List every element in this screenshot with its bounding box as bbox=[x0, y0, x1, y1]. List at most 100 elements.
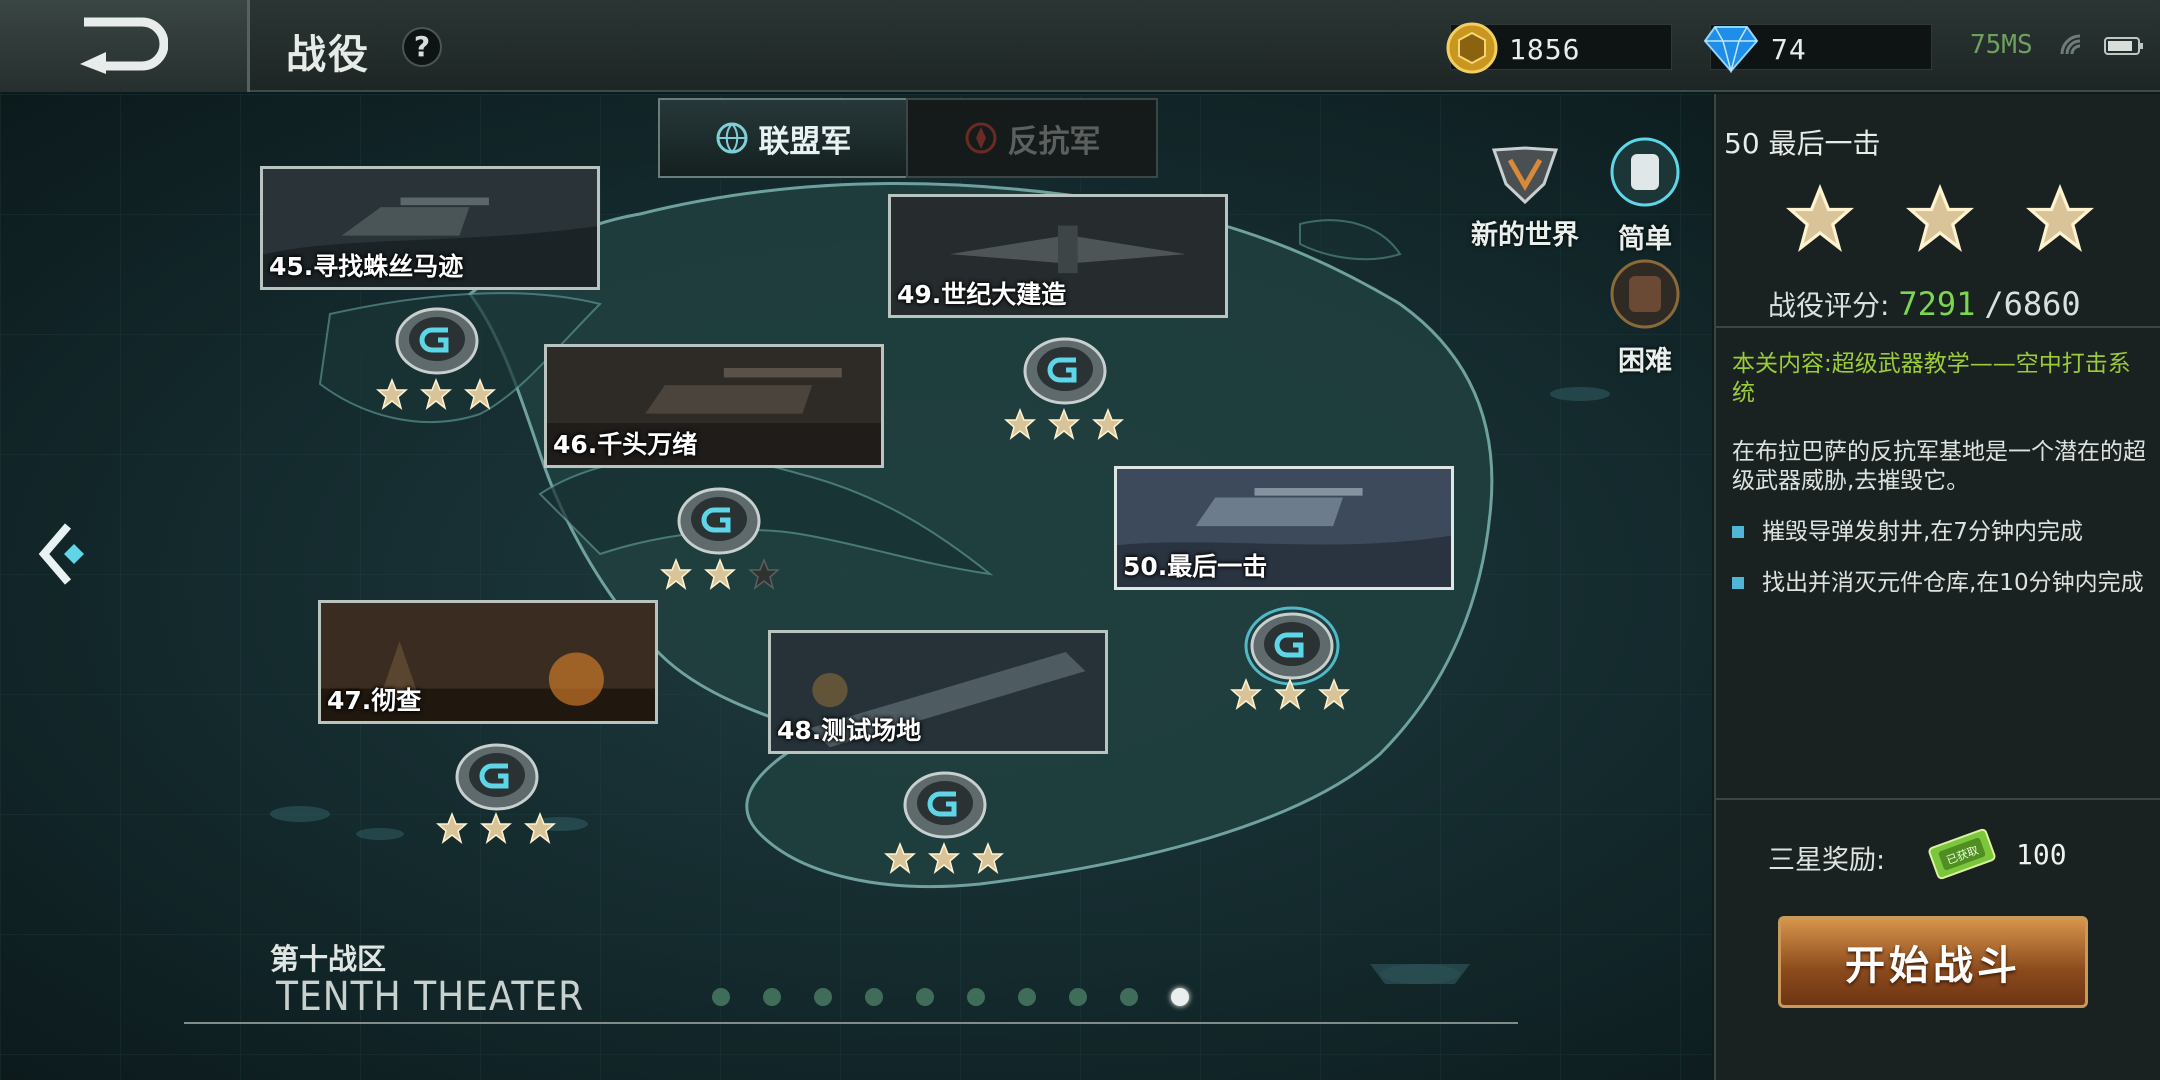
star-filled-icon bbox=[1274, 678, 1306, 710]
star-filled-icon bbox=[1786, 184, 1854, 252]
reward-value: 100 bbox=[2016, 838, 2067, 871]
page-dot[interactable] bbox=[712, 988, 730, 1006]
page-dot[interactable] bbox=[916, 988, 934, 1006]
gold-amount: 1856 bbox=[1509, 33, 1581, 66]
battery-icon bbox=[2104, 37, 2143, 55]
mission-description: 本关内容:超级武器教学——空中打击系统 在布拉巴萨的反抗军基地是一个潜在的超级武… bbox=[1732, 350, 2152, 598]
mission-label: 48.测试场地 bbox=[777, 716, 922, 745]
hard-difficulty-icon bbox=[1610, 259, 1680, 329]
hard-label: 困难 bbox=[1618, 346, 1672, 377]
objective-text: 找出并消灭元件仓库,在10分钟内完成 bbox=[1762, 570, 2144, 596]
objective-item: 找出并消灭元件仓库,在10分钟内完成 bbox=[1732, 569, 2152, 598]
signal-icon bbox=[2060, 34, 2081, 55]
diamond-icon bbox=[1703, 26, 1759, 73]
new-world-button[interactable]: 新的世界 bbox=[1470, 144, 1580, 252]
page-dot[interactable] bbox=[814, 988, 832, 1006]
start-battle-button[interactable]: 开始战斗 bbox=[1778, 916, 2088, 1008]
rating-label: 战役评分: bbox=[1768, 289, 1890, 322]
star-filled-icon bbox=[1230, 678, 1262, 710]
content-title: 本关内容:超级武器教学——空中打击系统 bbox=[1732, 351, 2131, 406]
star-filled-icon bbox=[376, 378, 408, 410]
bullet-icon bbox=[1732, 526, 1744, 538]
mission-stars bbox=[1004, 408, 1124, 444]
previous-theater-arrow-icon[interactable] bbox=[36, 520, 92, 588]
mission-label: 46.千头万绪 bbox=[553, 430, 698, 459]
star-filled-icon bbox=[704, 558, 736, 590]
rebel-emblem-icon bbox=[965, 122, 996, 154]
mission-label: 50.最后一击 bbox=[1123, 552, 1268, 581]
page-dot[interactable] bbox=[1171, 988, 1189, 1006]
star-filled-icon bbox=[480, 812, 512, 844]
new-world-icon bbox=[1491, 146, 1559, 205]
mission-stars bbox=[660, 558, 780, 594]
mission-label: 45.寻找蛛丝马迹 bbox=[269, 252, 464, 281]
page-dot[interactable] bbox=[1018, 988, 1036, 1006]
mission-stars bbox=[436, 812, 556, 848]
page-indicator bbox=[712, 988, 1189, 1006]
star-filled-icon bbox=[1906, 184, 1974, 252]
theater-subtitle: TENTH THEATER bbox=[276, 974, 585, 1020]
rating-max: /6860 bbox=[1984, 285, 2081, 323]
mission-node-icon[interactable] bbox=[1022, 336, 1108, 406]
mission-stars bbox=[1230, 678, 1350, 714]
star-filled-icon bbox=[2026, 184, 2094, 252]
star-filled-icon bbox=[524, 812, 556, 844]
star-filled-icon bbox=[1318, 678, 1350, 710]
tab-rebels[interactable]: 反抗军 bbox=[906, 98, 1158, 178]
rating-value: 7291 bbox=[1898, 285, 1976, 323]
gem-counter: 74 bbox=[1703, 24, 1932, 73]
tab-alliance-label: 联盟军 bbox=[758, 123, 852, 160]
objective-text: 摧毁导弹发射井,在7分钟内完成 bbox=[1762, 519, 2083, 545]
mission-card-selected[interactable]: 50.最后一击 bbox=[1114, 466, 1454, 590]
bullet-icon bbox=[1732, 577, 1744, 589]
star-filled-icon bbox=[436, 812, 468, 844]
map-terrain bbox=[0, 94, 1712, 1080]
star-filled-icon bbox=[420, 378, 452, 410]
mission-node-icon[interactable] bbox=[676, 486, 762, 556]
hard-button[interactable]: 困难 bbox=[1590, 256, 1700, 378]
mission-node-icon[interactable] bbox=[902, 770, 988, 840]
tab-alliance[interactable]: 联盟军 bbox=[658, 98, 906, 178]
new-world-label: 新的世界 bbox=[1471, 220, 1579, 251]
tab-rebels-label: 反抗军 bbox=[1007, 123, 1101, 160]
page-dot[interactable] bbox=[1120, 988, 1138, 1006]
back-button[interactable] bbox=[0, 0, 250, 92]
star-filled-icon bbox=[884, 842, 916, 874]
mission-card[interactable]: 49.世纪大建造 bbox=[888, 194, 1228, 318]
top-bar: 战役 ? 1856 74 75MS bbox=[0, 0, 2160, 92]
campaign-rating: 战役评分: 7291 /6860 bbox=[1768, 284, 2081, 324]
page-dot[interactable] bbox=[967, 988, 985, 1006]
gold-counter: 1856 bbox=[1446, 22, 1672, 74]
mission-card[interactable]: 45.寻找蛛丝马迹 bbox=[260, 166, 600, 290]
mission-node-selected-icon[interactable] bbox=[1244, 606, 1340, 686]
easy-label: 简单 bbox=[1618, 224, 1672, 255]
mission-card[interactable]: 46.千头万绪 bbox=[544, 344, 884, 468]
star-filled-icon bbox=[1092, 408, 1124, 440]
mission-detail-panel: 50 最后一击 战役评分: 7291 /6860 本关内容:超级武器教学——空中… bbox=[1714, 94, 2160, 1080]
easy-difficulty-icon bbox=[1610, 137, 1680, 207]
mission-node-icon[interactable] bbox=[394, 306, 480, 376]
star-filled-icon bbox=[464, 378, 496, 410]
star-filled-icon bbox=[660, 558, 692, 590]
mission-node-icon[interactable] bbox=[454, 742, 540, 812]
mission-card[interactable]: 48.测试场地 bbox=[768, 630, 1108, 754]
mission-label: 47.彻查 bbox=[327, 686, 422, 715]
star-filled-icon bbox=[1048, 408, 1080, 440]
mission-card[interactable]: 47.彻查 bbox=[318, 600, 658, 724]
faction-tabs: 联盟军 反抗军 bbox=[658, 98, 1158, 178]
objective-item: 摧毁导弹发射井,在7分钟内完成 bbox=[1732, 518, 2152, 547]
globe-icon bbox=[716, 122, 747, 154]
easy-button[interactable]: 简单 bbox=[1590, 134, 1700, 256]
mission-story: 在布拉巴萨的反抗军基地是一个潜在的超级武器威胁,去摧毁它。 bbox=[1732, 439, 2146, 494]
selected-mission-title: 50 最后一击 bbox=[1724, 127, 1881, 160]
campaign-map bbox=[0, 94, 1712, 1080]
star-empty-icon bbox=[748, 558, 780, 590]
star-filled-icon bbox=[1004, 408, 1036, 440]
mission-stars bbox=[884, 842, 1004, 878]
page-dot[interactable] bbox=[763, 988, 781, 1006]
selected-mission-stars bbox=[1786, 184, 2094, 252]
mission-label: 49.世纪大建造 bbox=[897, 280, 1067, 309]
help-icon[interactable]: ? bbox=[402, 27, 442, 67]
page-dot[interactable] bbox=[865, 988, 883, 1006]
page-dot[interactable] bbox=[1069, 988, 1087, 1006]
